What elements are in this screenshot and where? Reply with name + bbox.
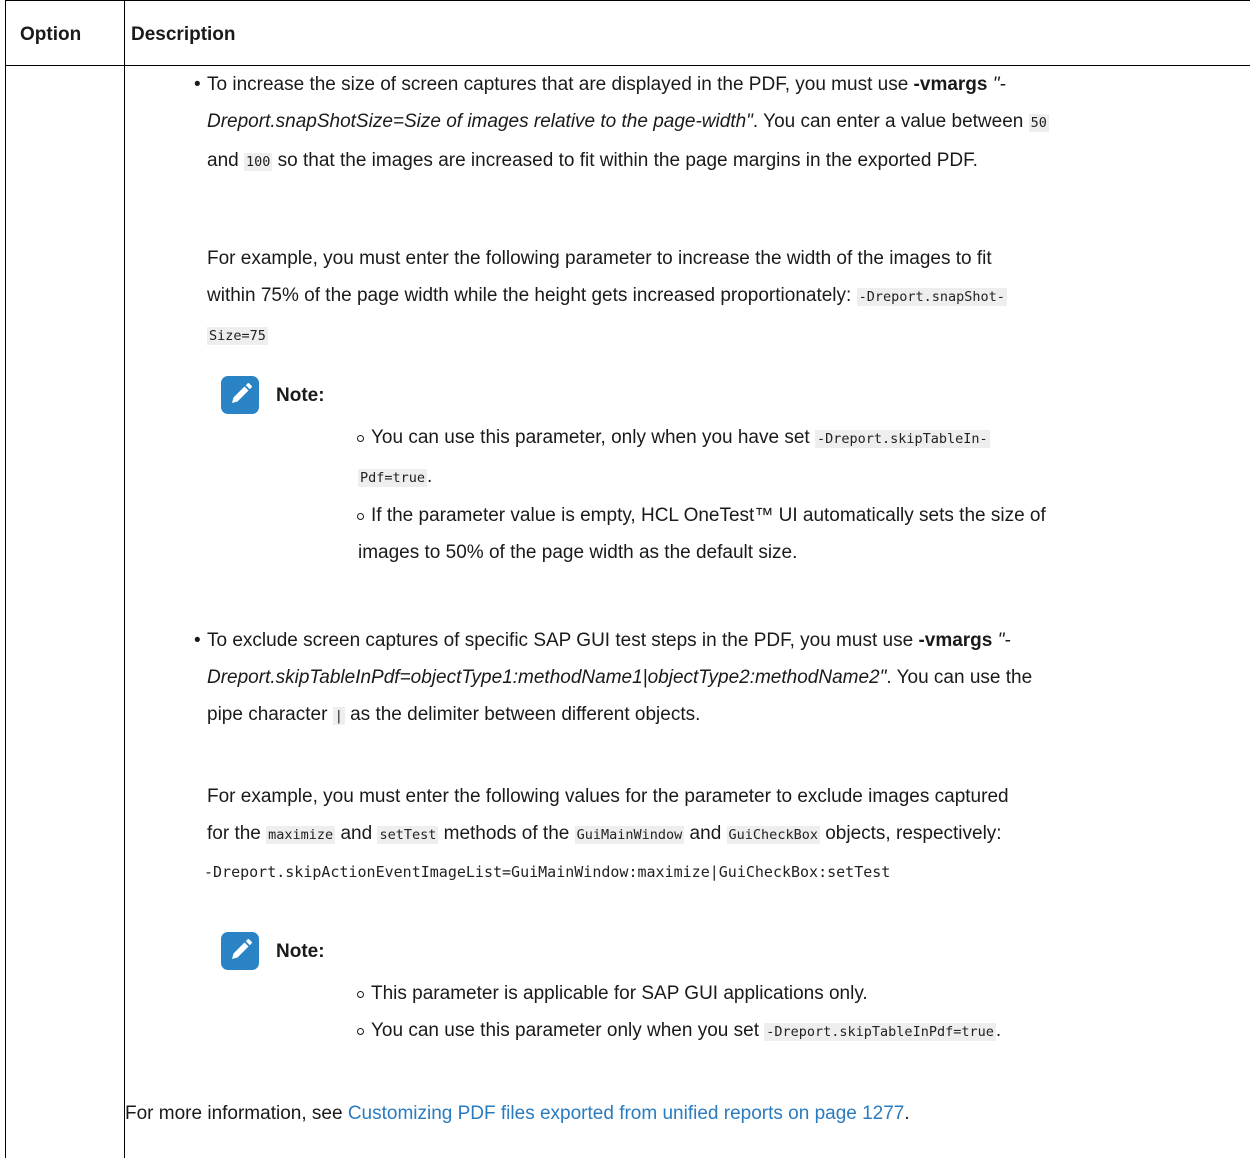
min-value-code: 50 [1028, 114, 1049, 132]
bullet1-example: For example, you must enter the followin… [207, 240, 1247, 355]
more-info-lead: For more information, see [125, 1103, 348, 1124]
note1-item1-end: . [427, 466, 433, 487]
note2-item2-end: . [995, 1020, 1002, 1041]
note-pencil-icon [221, 376, 259, 414]
example2-line1: For example, you must enter the followin… [207, 786, 1009, 807]
ex2-d: and [684, 823, 727, 844]
ex2-c: methods of the [438, 823, 575, 844]
vmargs-flag: -vmargs [913, 74, 988, 95]
note1-item2-line2: images to 50% of the page width as the d… [358, 542, 798, 563]
example2-code-line: -Dreport.skipActionEventImageList=GuiMai… [204, 858, 890, 886]
sub-bullet-marker [356, 990, 365, 999]
bullet2-example: For example, you must enter the followin… [207, 778, 1247, 854]
sub-bullet-marker [356, 1027, 365, 1036]
sub-bullet-marker [356, 512, 365, 521]
example1-code-a: -Dreport.snapShot- [856, 288, 1007, 306]
note2-item1: This parameter is applicable for SAP GUI… [371, 983, 868, 1004]
snapshot-size-arg: Dreport.snapShotSize=Size of images rela… [207, 111, 747, 132]
note1-list: You can use this parameter, only when yo… [356, 419, 1236, 571]
note-label: Note: [276, 941, 325, 962]
bullet-marker: • [194, 630, 201, 651]
max-value-code: 100 [243, 153, 273, 171]
arg-open-quote: "- [992, 630, 1011, 651]
note1-item2-line1: If the parameter value is empty, HCL One… [371, 505, 1046, 526]
note-pencil-icon [221, 932, 259, 970]
more-info-end: . [904, 1103, 910, 1124]
bullet1-lead: To increase the size of screen captures … [207, 74, 914, 95]
bullet2-lead: To exclude screen captures of specific S… [207, 630, 919, 651]
note2-list: This parameter is applicable for SAP GUI… [356, 975, 1236, 1051]
note-label: Note: [276, 385, 325, 406]
code-settest: setTest [377, 826, 439, 844]
bullet-marker: • [194, 74, 201, 95]
note1-item1-text: You can use this parameter, only when yo… [371, 427, 815, 448]
example1-line2: within 75% of the page width while the h… [207, 285, 857, 306]
note1-item1-code-b: Pdf=true [358, 469, 428, 487]
code-maximize: maximize [266, 826, 336, 844]
vmargs-flag: -vmargs [918, 630, 993, 651]
ex2-e: objects, respectively: [819, 823, 1002, 844]
description-cell: • To increase the size of screen capture… [0, 0, 1250, 1158]
pipe-line-a: pipe character [207, 704, 333, 725]
code-checkbox: GuiCheckBox [726, 826, 820, 844]
pipe-code: | [332, 707, 345, 725]
bullet-snapshot-size: To increase the size of screen captures … [207, 66, 1247, 181]
ex2-a: for the [207, 823, 267, 844]
arg-open-quote: "- [987, 74, 1006, 95]
code-mainwindow: GuiMainWindow [574, 826, 685, 844]
bullet-skip-table: To exclude screen captures of specific S… [207, 622, 1247, 735]
ex2-b: and [335, 823, 378, 844]
more-info-line: For more information, see Customizing PD… [125, 1095, 910, 1132]
example1-code-b: Size=75 [207, 327, 268, 345]
example1-line1: For example, you must enter the followin… [207, 248, 992, 269]
and-word: and [207, 150, 239, 171]
arg-close-quote: " [746, 111, 753, 132]
sub-bullet-marker [356, 434, 365, 443]
bullet1-tail: so that the images are increased to fit … [272, 150, 978, 171]
bullet2-after-arg: . You can use the [886, 667, 1033, 688]
note2-item2-text: You can use this parameter only when you… [371, 1020, 765, 1041]
skip-table-arg: Dreport.skipTableInPdf=objectType1:metho… [207, 667, 880, 688]
note2-item2-code: -Dreport.skipTableInPdf=true [764, 1023, 996, 1041]
customizing-pdf-link[interactable]: Customizing PDF files exported from unif… [348, 1103, 905, 1124]
note1-item1-code-a: -Dreport.skipTableIn- [814, 430, 990, 448]
pipe-line-b: as the delimiter between different objec… [344, 704, 701, 725]
bullet1-after-arg: . You can enter a value between [752, 111, 1029, 132]
example2-code: -Dreport.skipActionEventImageList=GuiMai… [204, 863, 891, 881]
